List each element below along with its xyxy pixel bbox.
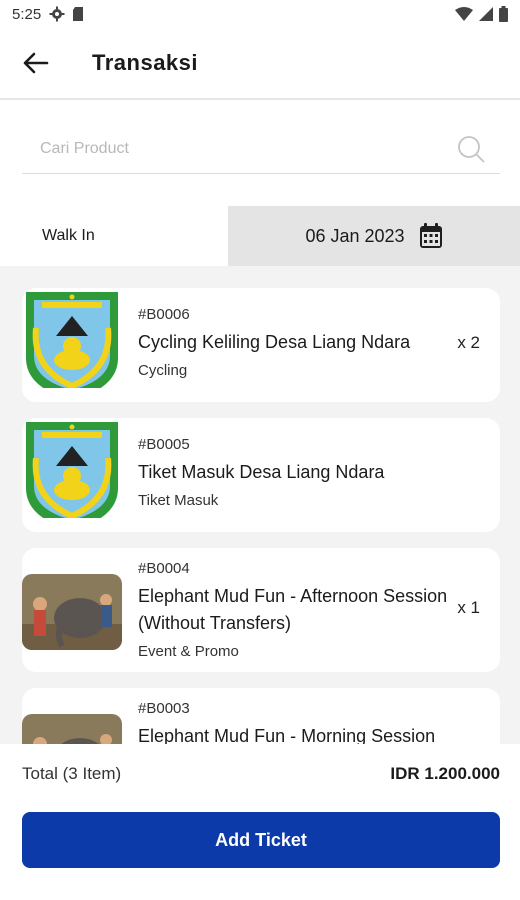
date-value: 06 Jan 2023 [305,225,405,246]
item-text: #B0004 Elephant Mud Fun - Afternoon Sess… [138,548,500,660]
item-name: Elephant Mud Fun - Morning Session [138,726,436,744]
elephant-photo [22,574,122,650]
filter-row: Walk In 06 Jan 2023 [0,206,520,266]
item-category: Event & Promo [138,643,239,660]
sd-card-icon [73,7,84,21]
wifi-icon [455,7,473,21]
elephant-photo [22,714,122,744]
item-category: Cycling [138,362,188,379]
regency-emblem-image [22,418,122,518]
total-value: IDR 1.200.000 [390,764,500,783]
back-button[interactable] [0,27,72,99]
search-input[interactable] [22,139,456,158]
calendar-icon [419,223,442,248]
total-label: Total (3 Item) [22,764,122,783]
walk-in-tab[interactable]: Walk In [0,206,228,266]
footer: Total (3 Item) IDR 1.200.000 Add Ticket [0,744,520,900]
date-picker[interactable]: 06 Jan 2023 [228,206,520,266]
app-bar: Transaksi [0,28,520,100]
item-quantity: x 1 [457,598,480,617]
list-item[interactable]: #B0006 Cycling Keliling Desa Liang Ndara… [22,288,500,402]
transaction-list[interactable]: #B0006 Cycling Keliling Desa Liang Ndara… [0,266,520,744]
arrow-left-icon [23,52,49,74]
item-text: #B0005 Tiket Masuk Desa Liang Ndara Tike… [138,418,500,509]
item-code: #B0005 [138,436,190,453]
page-title: Transaksi [92,50,199,75]
regency-emblem-image [22,288,122,388]
item-code: #B0006 [138,306,190,323]
add-ticket-button[interactable]: Add Ticket [22,812,500,868]
list-item[interactable]: #B0005 Tiket Masuk Desa Liang Ndara Tike… [22,418,500,532]
search-icon[interactable] [456,134,486,164]
battery-icon [499,6,508,22]
settings-icon [49,6,65,22]
item-name: Cycling Keliling Desa Liang Ndara [138,332,411,352]
list-item[interactable]: #B0004 Elephant Mud Fun - Afternoon Sess… [22,548,500,672]
item-code: #B0003 [138,700,190,717]
item-name: Tiket Masuk Desa Liang Ndara [138,462,385,482]
list-item[interactable]: #B0003 Elephant Mud Fun - Morning Sessio… [22,688,500,744]
search-bar [22,124,500,174]
item-text: #B0006 Cycling Keliling Desa Liang Ndara… [138,288,500,379]
item-code: #B0004 [138,560,190,577]
item-name: Elephant Mud Fun - Afternoon Session (Wi… [138,586,448,633]
item-text: #B0003 Elephant Mud Fun - Morning Sessio… [138,688,500,744]
item-quantity: x 2 [457,333,480,352]
item-category: Tiket Masuk [138,492,219,509]
signal-icon [479,7,493,21]
status-time: 5:25 [12,5,42,23]
status-bar: 5:25 [0,0,520,28]
total-row: Total (3 Item) IDR 1.200.000 [22,764,500,784]
